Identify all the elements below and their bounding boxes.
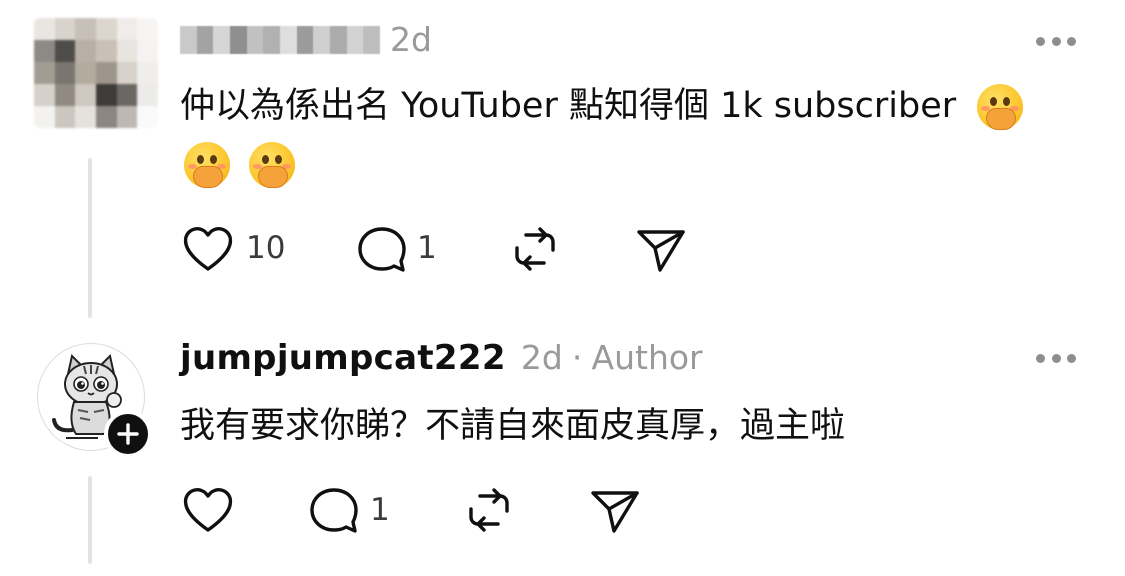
hand-over-mouth-emoji xyxy=(184,142,230,188)
comment-header: jumpjumpcat222 2d · Author xyxy=(180,338,703,378)
comment-bubble-icon[interactable] xyxy=(308,486,360,536)
timestamp: 2d xyxy=(390,20,432,59)
send-icon[interactable] xyxy=(636,226,686,274)
comment-text: 仲以為係出名 YouTuber 點知得個 1k subscriber xyxy=(180,84,1024,130)
author-label: Author xyxy=(591,338,703,377)
thread-line xyxy=(88,476,92,564)
heart-icon[interactable] xyxy=(182,486,234,534)
more-horizontal-icon[interactable] xyxy=(1036,353,1076,363)
repost-icon[interactable] xyxy=(464,485,514,535)
comment-text: 我有要求你睇？不請自來面皮真厚，過主啦 xyxy=(180,406,846,446)
reply-count: 1 xyxy=(417,230,437,266)
more-horizontal-icon[interactable] xyxy=(1036,36,1076,46)
avatar-blurred[interactable] xyxy=(34,18,158,128)
timestamp: 2d xyxy=(520,338,563,377)
heart-icon[interactable] xyxy=(182,225,234,273)
repost-icon[interactable] xyxy=(510,224,560,274)
send-icon[interactable] xyxy=(590,487,640,535)
hand-over-mouth-emoji xyxy=(249,142,296,188)
emoji-row xyxy=(184,142,296,188)
comment-text-content: 仲以為係出名 YouTuber 點知得個 1k subscriber xyxy=(180,86,957,126)
follow-button[interactable] xyxy=(104,410,152,458)
reply-count: 1 xyxy=(370,492,390,528)
thread-line xyxy=(88,158,92,318)
plus-icon xyxy=(117,423,139,445)
like-count: 10 xyxy=(246,230,286,266)
comment-bubble-icon[interactable] xyxy=(356,225,408,275)
separator: · xyxy=(571,338,583,377)
hand-over-mouth-emoji xyxy=(977,84,1024,130)
username-redacted[interactable] xyxy=(180,26,381,54)
username[interactable]: jumpjumpcat222 xyxy=(180,338,506,378)
